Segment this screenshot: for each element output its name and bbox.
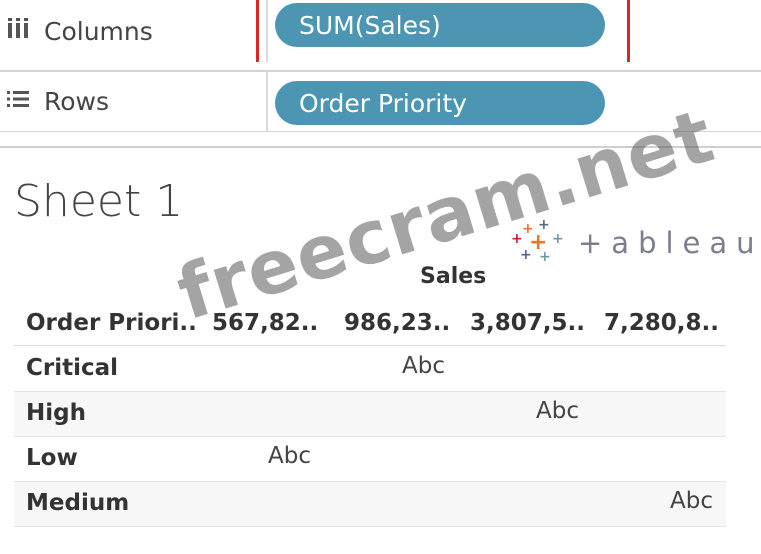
columns-label-text: Columns: [44, 16, 153, 46]
order-priority-pill[interactable]: Order Priority: [275, 81, 605, 125]
sales-column-header: Sales: [420, 264, 487, 289]
row-label: High: [26, 400, 86, 426]
text-mark[interactable]: Abc: [268, 443, 311, 469]
text-mark[interactable]: Abc: [536, 398, 579, 424]
rows-shelf: Rows Order Priority: [0, 70, 761, 132]
table-row[interactable]: Medium Abc: [14, 482, 726, 527]
highlight-box: [256, 0, 630, 65]
row-label: Low: [26, 445, 78, 471]
sheet-title: Sheet 1: [14, 176, 184, 227]
order-priority-header[interactable]: Order Priori..: [26, 310, 197, 336]
table-row[interactable]: Critical Abc: [14, 347, 726, 392]
columns-icon: [6, 17, 30, 45]
tableau-logo: + + + + + + + +ableau: [508, 218, 761, 268]
shelf-divider: [266, 72, 268, 131]
column-header[interactable]: 567,82..: [212, 310, 318, 336]
rows-label-text: Rows: [44, 87, 110, 116]
section-divider: [0, 146, 761, 148]
columns-shelf: Columns SUM(Sales): [0, 0, 761, 65]
row-label: Critical: [26, 355, 119, 381]
text-mark[interactable]: Abc: [670, 488, 713, 514]
row-label: Medium: [26, 490, 130, 516]
tableau-logo-text: +ableau: [578, 226, 761, 260]
logo-cross-icon: +: [552, 231, 564, 247]
logo-cross-icon: +: [539, 249, 551, 265]
text-mark[interactable]: Abc: [402, 353, 445, 379]
table-row[interactable]: Low Abc: [14, 437, 726, 482]
rows-icon: [6, 89, 30, 115]
column-header[interactable]: 7,280,8..: [604, 310, 719, 336]
rows-shelf-label: Rows: [6, 72, 109, 131]
logo-cross-icon: +: [511, 231, 523, 247]
logo-cross-icon: +: [520, 247, 532, 263]
shelf-gap: [0, 62, 761, 70]
header-row: Order Priori.. 567,82.. 986,23.. 3,807,5…: [14, 306, 726, 346]
columns-shelf-label: Columns: [6, 0, 153, 62]
column-header[interactable]: 3,807,5..: [470, 310, 585, 336]
table-row[interactable]: High Abc: [14, 392, 726, 437]
column-header[interactable]: 986,23..: [344, 310, 450, 336]
